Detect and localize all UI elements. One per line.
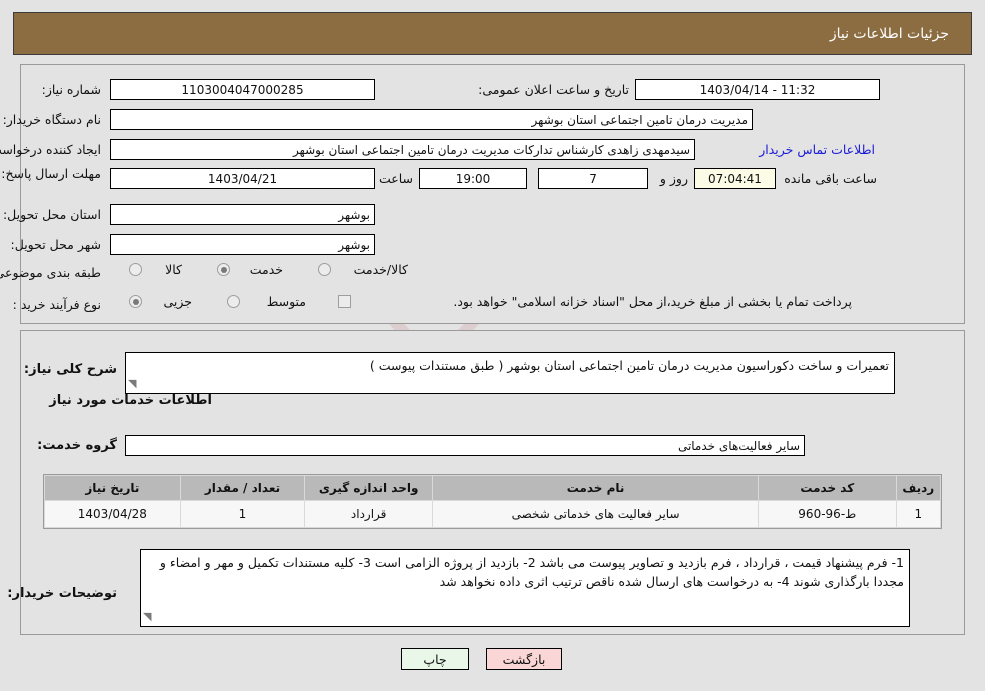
public-announce-field[interactable]: 11:32 - 1403/04/14 bbox=[635, 79, 880, 100]
buyer-org-field[interactable]: مدیریت درمان تامین اجتماعی استان بوشهر bbox=[110, 109, 753, 130]
category-label: طبقه بندی موضوعی: bbox=[0, 265, 101, 280]
table-header-row: ردیف کد خدمت نام خدمت واحد اندازه گیری ت… bbox=[44, 475, 942, 501]
service-group-field[interactable]: سایر فعالیت‌های خدماتی bbox=[125, 435, 805, 456]
services-section-heading: اطلاعات خدمات مورد نیاز bbox=[49, 393, 212, 408]
category-option-1-label: خدمت bbox=[249, 262, 283, 277]
treasury-checkbox[interactable] bbox=[338, 295, 351, 308]
process-option-0-label: جزیی bbox=[163, 294, 192, 309]
resize-grip-icon-notes[interactable]: ◤ bbox=[143, 607, 151, 626]
deadline-date-field[interactable]: 1403/04/21 bbox=[110, 168, 375, 189]
category-option-2-label: کالا/خدمت bbox=[353, 262, 408, 277]
col-service-code: کد خدمت bbox=[758, 475, 897, 501]
category-radio-kala-khedmat[interactable] bbox=[318, 263, 331, 276]
requester-field[interactable]: سیدمهدی زاهدی کارشناس تدارکات مدیریت درم… bbox=[110, 139, 695, 160]
countdown-field: 07:04:41 bbox=[694, 168, 776, 189]
process-option-1-label: متوسط bbox=[266, 294, 306, 309]
need-details-page: AriaTender.net جزئیات اطلاعات نیاز شماره… bbox=[0, 0, 985, 691]
process-label: نوع فرآیند خرید : bbox=[12, 297, 101, 312]
deadline-time-field[interactable]: 19:00 bbox=[419, 168, 527, 189]
buyer-notes-label: توضیحات خریدار: bbox=[7, 586, 117, 601]
city-field[interactable]: بوشهر bbox=[110, 234, 375, 255]
col-unit: واحد اندازه گیری bbox=[304, 475, 434, 501]
col-need-date: تاریخ نیاز bbox=[44, 475, 181, 501]
table-row[interactable]: 1 ط-96-960 سایر فعالیت های خدماتی شخصی ق… bbox=[44, 500, 942, 528]
need-info-panel bbox=[20, 64, 965, 324]
general-description-textarea[interactable]: تعمیرات و ساخت دکوراسیون مدیریت درمان تا… bbox=[125, 352, 895, 394]
cell-service-name: سایر فعالیت های خدماتی شخصی bbox=[432, 500, 759, 528]
province-label: استان محل تحویل: bbox=[2, 207, 101, 222]
buyer-notes-text: 1- فرم پیشنهاد قیمت ، قرارداد ، فرم بازد… bbox=[159, 555, 904, 589]
requester-label: ایجاد کننده درخواست: bbox=[0, 142, 101, 157]
services-table: ردیف کد خدمت نام خدمت واحد اندازه گیری ت… bbox=[44, 475, 942, 528]
days-field[interactable]: 7 bbox=[538, 168, 648, 189]
cell-need-date: 1403/04/28 bbox=[44, 500, 181, 528]
resize-grip-icon[interactable]: ◤ bbox=[128, 374, 136, 393]
cell-service-code: ط-96-960 bbox=[758, 500, 897, 528]
need-number-label: شماره نیاز: bbox=[41, 82, 101, 97]
print-button[interactable]: چاپ bbox=[401, 648, 469, 670]
col-service-name: نام خدمت bbox=[432, 475, 759, 501]
buyer-notes-textarea[interactable]: 1- فرم پیشنهاد قیمت ، قرارداد ، فرم بازد… bbox=[140, 549, 910, 627]
hour-label: ساعت bbox=[378, 171, 413, 186]
buyer-contact-link[interactable]: اطلاعات تماس خریدار bbox=[759, 142, 875, 157]
general-description-label: شرح کلی نیاز: bbox=[23, 362, 117, 377]
page-header: جزئیات اطلاعات نیاز bbox=[13, 12, 972, 55]
col-row-no: ردیف bbox=[895, 475, 942, 501]
cell-quantity: 1 bbox=[179, 500, 306, 528]
days-label: روز و bbox=[659, 171, 688, 186]
col-quantity: تعداد / مقدار bbox=[179, 475, 306, 501]
service-group-label: گروه خدمت: bbox=[37, 438, 117, 453]
category-radio-kala[interactable] bbox=[129, 263, 142, 276]
buyer-org-label: نام دستگاه خریدار: bbox=[2, 112, 101, 127]
public-announce-label: تاریخ و ساعت اعلان عمومی: bbox=[478, 82, 629, 97]
category-option-0-label: کالا bbox=[165, 262, 182, 277]
province-field[interactable]: بوشهر bbox=[110, 204, 375, 225]
services-table-container: ردیف کد خدمت نام خدمت واحد اندازه گیری ت… bbox=[43, 474, 942, 529]
countdown-label: ساعت باقی مانده bbox=[784, 171, 877, 186]
cell-unit: قرارداد bbox=[304, 500, 434, 528]
need-number-field[interactable]: 1103004047000285 bbox=[110, 79, 375, 100]
process-radio-jozei[interactable] bbox=[129, 295, 142, 308]
city-label: شهر محل تحویل: bbox=[10, 237, 101, 252]
category-radio-khedmat[interactable] bbox=[217, 263, 230, 276]
page-title: جزئیات اطلاعات نیاز bbox=[829, 25, 949, 42]
cell-row-no: 1 bbox=[895, 500, 942, 528]
treasury-checkbox-label: پرداخت تمام یا بخشی از مبلغ خرید،از محل … bbox=[453, 294, 852, 309]
deadline-label: مهلت ارسال پاسخ: تا تاریخ: bbox=[0, 166, 101, 181]
process-radio-motevaset[interactable] bbox=[227, 295, 240, 308]
back-button[interactable]: بازگشت bbox=[486, 648, 562, 670]
general-description-text: تعمیرات و ساخت دکوراسیون مدیریت درمان تا… bbox=[369, 358, 889, 373]
